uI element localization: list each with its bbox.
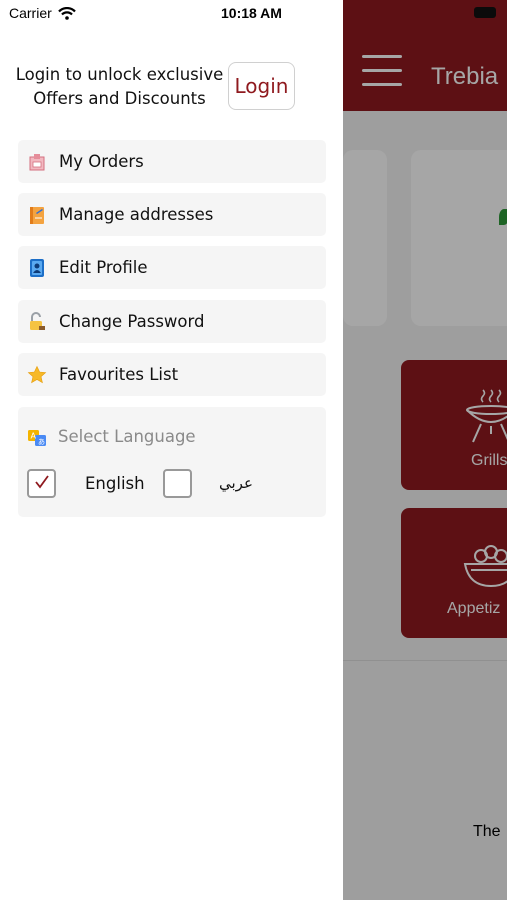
select-language-label: Select Language: [58, 427, 196, 446]
carrier-label: Carrier: [9, 5, 52, 21]
star-icon: [27, 365, 47, 385]
dim-overlay[interactable]: [343, 0, 507, 900]
checkmark-icon: [35, 475, 49, 489]
menu-item-label: Favourites List: [59, 365, 179, 384]
menu-item-label: Manage addresses: [59, 205, 214, 224]
svg-text:あ: あ: [38, 438, 45, 446]
translate-icon: A あ: [28, 430, 46, 446]
menu-item-favourites[interactable]: Favourites List: [18, 353, 326, 396]
unlock-icon: [27, 311, 47, 332]
menu-item-my-orders[interactable]: My Orders: [18, 140, 326, 183]
menu-item-label: Change Password: [59, 312, 205, 331]
menu-item-label: My Orders: [59, 152, 144, 171]
arabic-label[interactable]: عربي: [219, 474, 253, 492]
menu-item-manage-addresses[interactable]: Manage addresses: [18, 193, 326, 236]
arabic-checkbox[interactable]: [163, 469, 192, 498]
menu-item-change-password[interactable]: Change Password: [18, 300, 326, 343]
orders-icon: [27, 152, 47, 172]
english-label[interactable]: English: [85, 474, 145, 493]
address-book-icon: [27, 205, 47, 225]
menu-item-label: Edit Profile: [59, 258, 148, 277]
menu-item-edit-profile[interactable]: Edit Profile: [18, 246, 326, 289]
svg-text:A: A: [31, 432, 37, 441]
login-prompt: Login to unlock exclusive Offers and Dis…: [15, 65, 224, 108]
side-drawer: Carrier 10:18 AM Login to unlock exclusi…: [0, 0, 343, 900]
wifi-icon: [57, 6, 76, 20]
english-checkbox[interactable]: [27, 469, 56, 498]
language-section: A あ Select Language English عربي: [18, 407, 326, 517]
status-carrier: Carrier: [9, 5, 76, 21]
profile-contact-icon: [27, 258, 47, 278]
login-button[interactable]: Login: [228, 62, 295, 110]
status-time: 10:18 AM: [221, 5, 282, 21]
